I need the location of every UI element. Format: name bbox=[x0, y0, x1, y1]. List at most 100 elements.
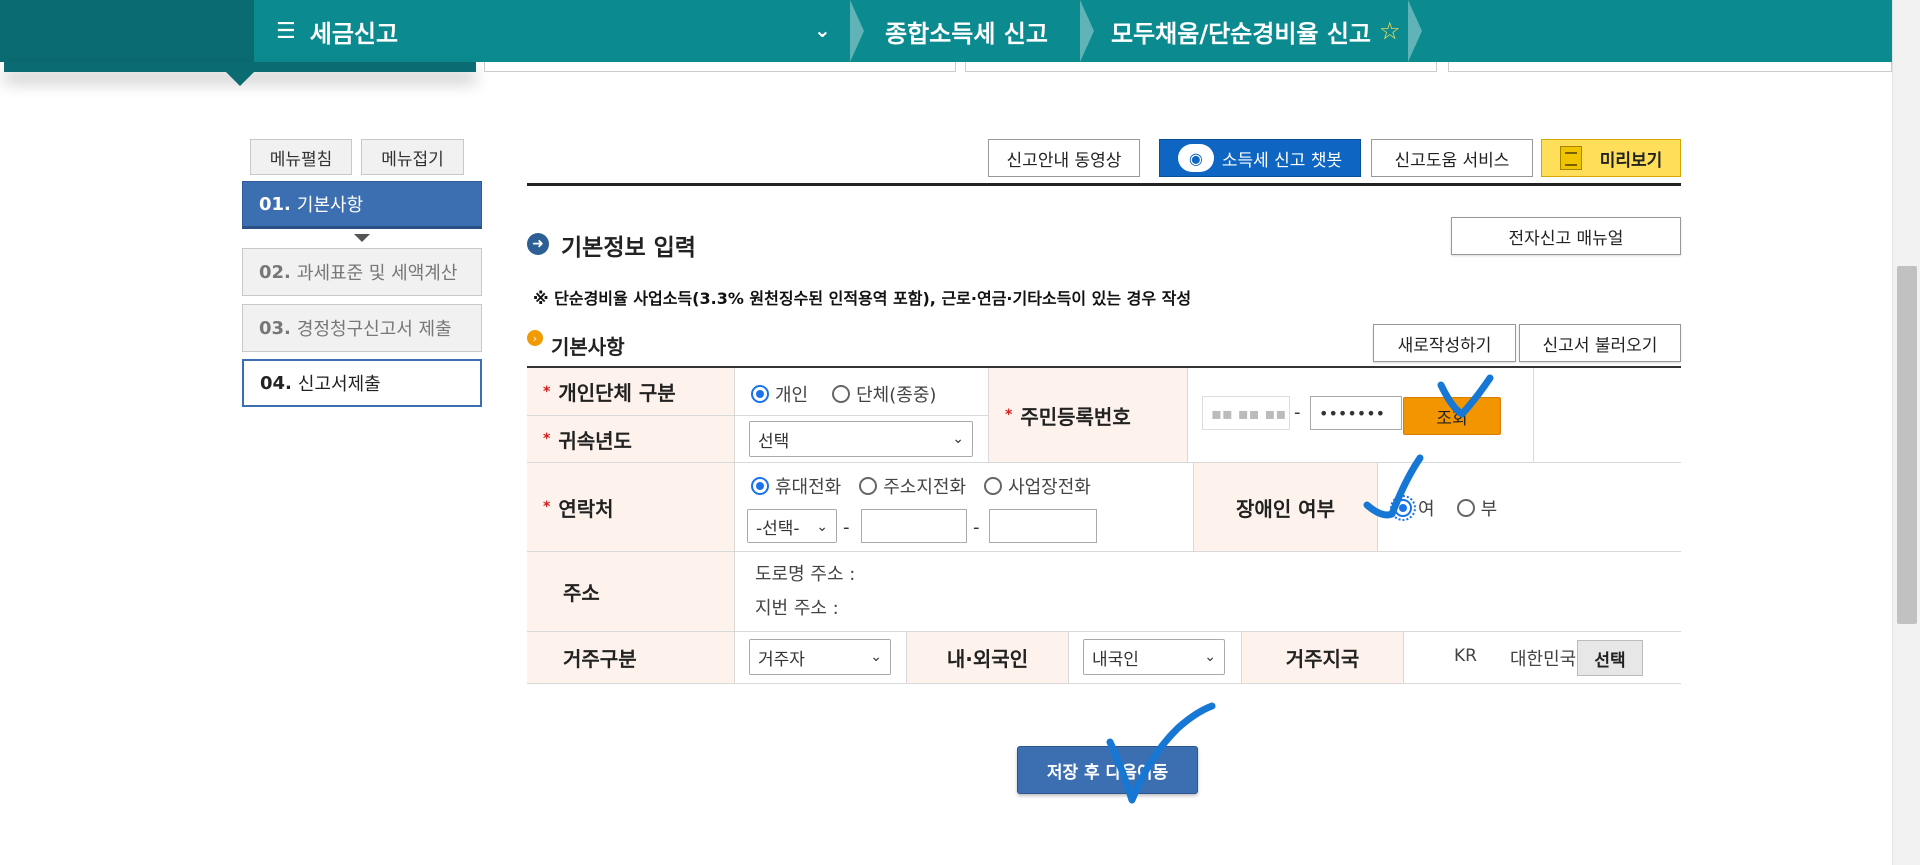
phone-prefix-select[interactable]: -선택- ⌄ bbox=[747, 509, 837, 543]
breadcrumb-item-1[interactable]: 종합소득세 신고 bbox=[885, 0, 1048, 62]
nationality-label-cell: 내·외국인 bbox=[907, 632, 1069, 684]
phone-dash: - bbox=[843, 517, 850, 538]
step-basic-info[interactable]: 01. 기본사항 bbox=[242, 181, 482, 229]
step-correction-claim[interactable]: 03. 경정청구신고서 제출 bbox=[242, 304, 482, 352]
save-and-next-button[interactable]: 저장 후 다음이동 bbox=[1017, 746, 1198, 794]
step-label: 경정청구신고서 제출 bbox=[296, 319, 452, 340]
required-icon: * bbox=[543, 431, 551, 447]
menu-toggle[interactable]: ☰ 세금신고 bbox=[254, 0, 398, 62]
contact-business-radio[interactable]: 사업장전화 bbox=[984, 473, 1091, 499]
load-form-button[interactable]: 신고서 불러오기 bbox=[1519, 324, 1681, 362]
section-divider bbox=[527, 183, 1681, 186]
vertical-scrollbar[interactable] bbox=[1892, 0, 1920, 865]
year-label-cell: * 귀속년도 bbox=[527, 416, 735, 463]
type-group-radio[interactable]: 단체(종중) bbox=[832, 381, 936, 407]
help-service-button[interactable]: 신고도움 서비스 bbox=[1371, 139, 1533, 177]
chatbot-label: 소득세 신고 챗봇 bbox=[1221, 150, 1343, 171]
hamburger-icon: ☰ bbox=[276, 18, 296, 44]
radio-selected-icon bbox=[751, 385, 769, 403]
star-icon[interactable]: ☆ bbox=[1379, 17, 1401, 45]
chatbot-button[interactable]: ◉ 소득세 신고 챗봇 bbox=[1159, 139, 1361, 177]
subtab-edge bbox=[1448, 62, 1892, 72]
chevron-down-icon: ⌄ bbox=[952, 431, 964, 447]
radio-label: 사업장전화 bbox=[1008, 477, 1091, 498]
breadcrumb-item-2[interactable]: 모두채움/단순경비율 신고 ☆ bbox=[1111, 0, 1401, 62]
disabled-yes-radio[interactable]: 여 bbox=[1390, 495, 1435, 521]
new-form-button[interactable]: 새로작성하기 bbox=[1373, 324, 1516, 362]
contact-mobile-radio[interactable]: 휴대전화 bbox=[751, 473, 841, 499]
section-title: 기본정보 입력 bbox=[561, 235, 696, 261]
contact-label-cell: * 연락처 bbox=[527, 463, 735, 552]
contact-home-radio[interactable]: 주소지전화 bbox=[859, 473, 966, 499]
phone-middle-input[interactable] bbox=[861, 509, 967, 543]
page: ☰ 세금신고 ⌄ 종합소득세 신고 모두채움/단순경비율 신고 ☆ 메뉴펼침 메… bbox=[0, 0, 1920, 865]
guide-video-button[interactable]: 신고안내 동영상 bbox=[988, 139, 1140, 177]
disabled-no-radio[interactable]: 부 bbox=[1456, 495, 1498, 521]
residence-select[interactable]: 거주자 ⌄ bbox=[749, 639, 891, 675]
radio-selected-icon bbox=[751, 477, 769, 495]
radio-label: 휴대전화 bbox=[775, 477, 842, 498]
radio-label: 주소지전화 bbox=[883, 477, 967, 498]
radio-label: 부 bbox=[1480, 499, 1498, 520]
radio-label: 개인 bbox=[775, 385, 809, 406]
breadcrumb-label: 모두채움/단순경비율 신고 bbox=[1111, 19, 1372, 48]
step-submit[interactable]: 04. 신고서제출 bbox=[242, 359, 482, 407]
rrn-label-cell: * 주민등록번호 bbox=[989, 368, 1188, 463]
nationality-select-value: 내국인 bbox=[1092, 649, 1139, 670]
country-select-button[interactable]: 선택 bbox=[1577, 640, 1643, 676]
type-individual-radio[interactable]: 개인 bbox=[751, 381, 808, 407]
type-label-cell: * 개인단체 구분 bbox=[527, 368, 735, 416]
bullet-icon: › bbox=[527, 330, 543, 346]
scrollbar-thumb[interactable] bbox=[1897, 266, 1917, 624]
country-label: 거주지국 bbox=[1285, 647, 1360, 671]
radio-empty-icon bbox=[984, 477, 1003, 495]
radio-empty-icon bbox=[832, 385, 851, 403]
rrn-back-value: ••••••• bbox=[1319, 403, 1386, 423]
menu-collapse-button[interactable]: 메뉴접기 bbox=[361, 139, 464, 175]
step-arrow-icon bbox=[354, 234, 370, 242]
rrn-front-input[interactable]: ▪▪ ▪▪ ▪▪ bbox=[1202, 396, 1290, 430]
residence-label: 거주구분 bbox=[563, 647, 637, 671]
menu-pointer bbox=[226, 72, 254, 86]
rrn-search-button[interactable]: 조회 bbox=[1403, 397, 1501, 435]
contact-cell: 휴대전화 주소지전화 사업장전화 -선택- ⌄ - - bbox=[735, 463, 1194, 552]
rrn-back-input[interactable]: ••••••• bbox=[1310, 396, 1402, 430]
residence-select-value: 거주자 bbox=[758, 649, 805, 670]
residence-select-cell: 거주자 ⌄ bbox=[735, 632, 907, 684]
menu-expand-button[interactable]: 메뉴펼침 bbox=[250, 139, 352, 175]
year-select-cell: 선택 ⌄ bbox=[735, 416, 989, 463]
radio-label: 단체(종중) bbox=[856, 385, 937, 406]
nationality-select[interactable]: 내국인 ⌄ bbox=[1083, 639, 1225, 675]
top-nav-left-block bbox=[0, 0, 254, 62]
residence-label-cell: 거주구분 bbox=[527, 632, 735, 684]
disabled-radio-cell: 여 부 bbox=[1378, 463, 1681, 552]
year-select[interactable]: 선택 ⌄ bbox=[749, 421, 973, 457]
preview-button[interactable]: 미리보기 bbox=[1541, 139, 1681, 177]
road-address-label: 도로명 주소 : bbox=[755, 564, 856, 585]
country-name: 대한민국 bbox=[1510, 649, 1577, 670]
address-cell: 도로명 주소 : 지번 주소 : bbox=[735, 552, 1681, 632]
chevron-down-icon[interactable]: ⌄ bbox=[814, 18, 831, 42]
basic-info-form: * 개인단체 구분 개인 단체(종중) * 귀속년도 선택 ⌄ * 주민등록번호… bbox=[527, 366, 1681, 686]
subtab-edge bbox=[484, 62, 956, 72]
phone-last-input[interactable] bbox=[989, 509, 1097, 543]
menu-shadow-panel bbox=[4, 62, 476, 72]
address-label-cell: 주소 bbox=[527, 552, 735, 632]
e-filing-manual-button[interactable]: 전자신고 매뉴얼 bbox=[1451, 217, 1681, 255]
document-icon bbox=[1559, 146, 1582, 170]
disabled-label: 장애인 여부 bbox=[1236, 496, 1335, 521]
type-radio-cell: 개인 단체(종중) bbox=[735, 368, 989, 416]
radio-empty-icon bbox=[859, 477, 878, 495]
radio-selected-icon bbox=[1390, 495, 1416, 521]
phone-dash: - bbox=[973, 517, 980, 538]
year-label: 귀속년도 bbox=[558, 428, 632, 453]
arrow-circle-icon: ➜ bbox=[527, 233, 549, 255]
lot-address-label: 지번 주소 : bbox=[755, 598, 839, 619]
step-tax-calculation[interactable]: 02. 과세표준 및 세액계산 bbox=[242, 248, 482, 296]
nationality-label: 내·외국인 bbox=[946, 647, 1029, 671]
chevron-down-icon: ⌄ bbox=[1204, 649, 1216, 665]
notice-text: ※ 단순경비율 사업소득(3.3% 원천징수된 인적용역 포함), 근로·연금·… bbox=[533, 289, 1192, 308]
radio-label: 여 bbox=[1418, 499, 1435, 520]
chatbot-icon: ◉ bbox=[1177, 144, 1214, 172]
nationality-select-cell: 내국인 ⌄ bbox=[1069, 632, 1242, 684]
